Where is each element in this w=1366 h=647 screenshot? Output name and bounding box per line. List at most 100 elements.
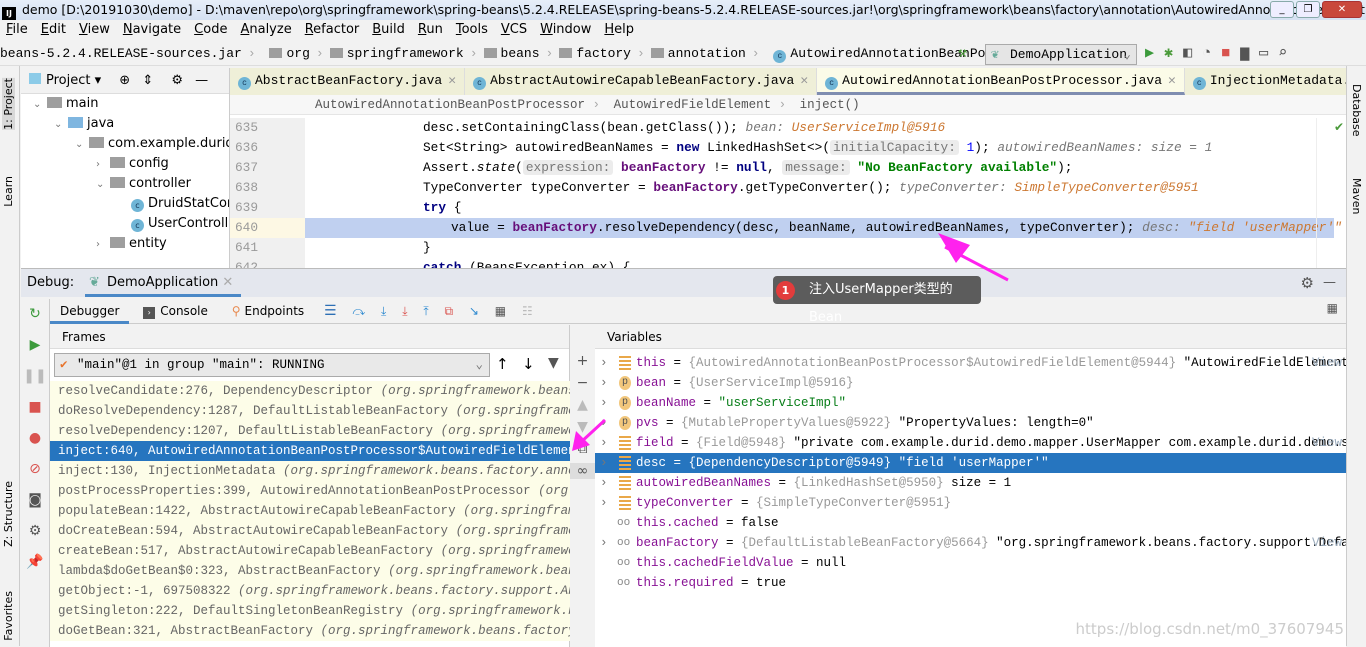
stop-icon[interactable]: ■ <box>1221 42 1230 66</box>
filter-icon[interactable]: ▼ <box>548 355 559 371</box>
menu-refactor[interactable]: Refactor <box>305 20 360 40</box>
stack-frame[interactable]: populateBean:1422, AbstractAutowireCapab… <box>50 501 570 521</box>
line-number[interactable]: 637 <box>230 158 305 178</box>
close-button[interactable]: ✕ <box>1322 1 1362 18</box>
variable-row[interactable]: oo this.cachedFieldValue = null <box>595 553 1346 573</box>
tree-item[interactable]: ⌄ controller <box>21 174 229 194</box>
stack-frame[interactable]: doResolveDependency:1287, DefaultListabl… <box>50 401 570 421</box>
tool-tab-database[interactable]: Database <box>1350 84 1363 137</box>
settings-icon[interactable]: ⚙ <box>21 516 49 547</box>
nav-jar[interactable]: beans-5.2.4.RELEASE-sources.jar <box>0 42 242 66</box>
menu-run[interactable]: Run <box>418 20 443 40</box>
stack-frame[interactable]: getSingleton:222, DefaultSingletonBeanRe… <box>50 601 570 621</box>
tool-tab-maven[interactable]: Maven <box>1350 178 1363 214</box>
stack-frame[interactable]: inject:640, AutowiredAnnotationBeanPostP… <box>50 441 570 461</box>
tool-tab-learn[interactable]: Learn <box>2 176 15 207</box>
nav-crumb[interactable]: factory <box>559 42 631 66</box>
profile-icon[interactable]: ◔ <box>1202 42 1211 66</box>
rerun-icon[interactable]: ↻ <box>21 299 49 330</box>
run-to-cursor-icon[interactable]: ↘ <box>469 304 479 318</box>
chevron-down-icon[interactable]: ⌄ <box>75 135 89 155</box>
stop-icon[interactable]: ■ <box>21 392 49 423</box>
pause-icon[interactable]: ❚❚ <box>21 361 49 392</box>
collapse-icon[interactable]: ⇕ <box>142 73 153 88</box>
tree-item[interactable]: c DruidStatController <box>21 194 229 214</box>
tab-debugger[interactable]: Debugger <box>50 299 130 324</box>
debug-session-tab[interactable]: ❦ DemoApplication ✕ <box>85 269 242 297</box>
gear-icon[interactable]: ⚙ <box>171 73 183 88</box>
breadcrumb-item[interactable]: AutowiredFieldElement <box>614 98 772 112</box>
menu-code[interactable]: Code <box>194 20 227 40</box>
minimize-button[interactable]: _ <box>1270 1 1294 18</box>
close-tab-icon[interactable]: ✕ <box>448 73 456 88</box>
build-hammer-icon[interactable]: ⚒ <box>958 42 967 66</box>
run-icon[interactable]: ▶ <box>1145 42 1154 66</box>
breadcrumb-item[interactable]: AutowiredAnnotationBeanPostProcessor <box>315 98 585 112</box>
tool-tab-favorites[interactable]: Favorites <box>2 591 15 641</box>
line-number[interactable]: 639 <box>230 198 305 218</box>
menu-build[interactable]: Build <box>372 20 405 40</box>
stack-frame[interactable]: resolveDependency:1207, DefaultListableB… <box>50 421 570 441</box>
menu-view[interactable]: View <box>79 20 110 40</box>
stack-frame[interactable]: doCreateBean:594, AbstractAutowireCapabl… <box>50 521 570 541</box>
resume-icon[interactable]: ▶ <box>21 330 49 361</box>
show-watches-icon[interactable]: ∞ <box>570 463 595 479</box>
step-over-icon[interactable]: ⤼ <box>352 304 365 318</box>
line-number[interactable]: 635 <box>230 118 305 138</box>
drop-frame-icon[interactable]: ⧉ <box>444 304 453 318</box>
view-link[interactable]: View <box>1312 433 1342 453</box>
variable-row[interactable]: oo this.cached = false <box>595 513 1346 533</box>
chevron-right-icon[interactable]: › <box>96 155 110 175</box>
line-number[interactable]: 636 <box>230 138 305 158</box>
project-structure-icon[interactable]: ▆ <box>1240 42 1249 66</box>
debug-bug-icon[interactable]: ✱ <box>1164 42 1173 66</box>
terminal-icon[interactable]: ▭ <box>1259 42 1268 66</box>
menu-edit[interactable]: Edit <box>41 20 66 40</box>
hide-panel-icon[interactable]: — <box>1323 269 1336 297</box>
editor-tab[interactable]: c AutowiredAnnotationBeanPostProcessor.ja… <box>817 68 1185 95</box>
thread-select[interactable]: ✔ "main"@1 in group "main": RUNNING ⌄ <box>54 353 490 377</box>
breadcrumb-item[interactable]: inject() <box>800 98 860 112</box>
stack-frame[interactable]: doGetBean:321, AbstractBeanFactory (org.… <box>50 621 570 641</box>
locate-icon[interactable]: ⊕ <box>119 73 130 88</box>
chevron-down-icon[interactable]: ⌄ <box>33 95 47 115</box>
search-icon[interactable]: ⌕ <box>1278 42 1287 66</box>
line-number[interactable]: 638 <box>230 178 305 198</box>
maximize-button[interactable]: ❐ <box>1296 1 1320 18</box>
project-title[interactable]: Project <box>46 73 90 88</box>
tree-item[interactable]: ⌄ main <box>21 94 229 114</box>
chevron-right-icon[interactable]: › <box>600 533 608 553</box>
variable-row[interactable]: oo this.required = true <box>595 573 1346 593</box>
editor-tab[interactable]: c AbstractAutowireCapableBeanFactory.java… <box>465 68 818 95</box>
layout-menu-icon[interactable]: ☰ <box>324 303 337 319</box>
mute-breakpoints-icon[interactable]: ⊘ <box>21 454 49 485</box>
chevron-right-icon[interactable]: › <box>600 493 608 513</box>
stack-frame[interactable]: lambda$doGetBean$0:323, AbstractBeanFact… <box>50 561 570 581</box>
editor-tab[interactable]: cInjectionMetadata.java✕ <box>1184 68 1366 95</box>
tree-item[interactable]: ⌄ java <box>21 114 229 134</box>
tool-tab-structure[interactable]: Z: Structure <box>2 481 15 547</box>
tab-endpoints[interactable]: ⚲ Endpoints <box>222 299 314 324</box>
close-tab-icon[interactable]: ✕ <box>1168 73 1176 88</box>
line-number[interactable]: 641 <box>230 238 305 258</box>
tree-item[interactable]: › entity <box>21 234 229 254</box>
force-step-into-icon[interactable]: ⤓ <box>402 304 407 318</box>
evaluate-expression-icon[interactable]: ▦ <box>495 304 506 318</box>
run-configuration-select[interactable]: ❦ DemoApplication ⌄ <box>985 44 1137 65</box>
chevron-right-icon[interactable]: › <box>600 473 608 493</box>
stack-frame[interactable]: getObject:-1, 697508322 (org.springframe… <box>50 581 570 601</box>
trace-icon[interactable]: ☷ <box>522 304 533 318</box>
stack-frame[interactable]: inject:130, InjectionMetadata (org.sprin… <box>50 461 570 481</box>
menu-vcs[interactable]: VCS <box>501 20 527 40</box>
tree-item[interactable]: › config <box>21 154 229 174</box>
tab-console[interactable]: › Console <box>133 299 218 324</box>
view-link[interactable]: View <box>1312 533 1342 553</box>
menu-tools[interactable]: Tools <box>456 20 488 40</box>
coverage-icon[interactable]: ◧ <box>1183 42 1192 66</box>
nav-crumb[interactable]: org <box>269 42 310 66</box>
tree-item[interactable]: c UserController <box>21 214 229 234</box>
hide-icon[interactable]: — <box>195 73 208 88</box>
chevron-down-icon[interactable]: ⌄ <box>96 175 110 195</box>
editor-tab[interactable]: c AbstractBeanFactory.java ✕ <box>230 68 466 95</box>
step-into-icon[interactable]: ⤓ <box>381 304 386 318</box>
